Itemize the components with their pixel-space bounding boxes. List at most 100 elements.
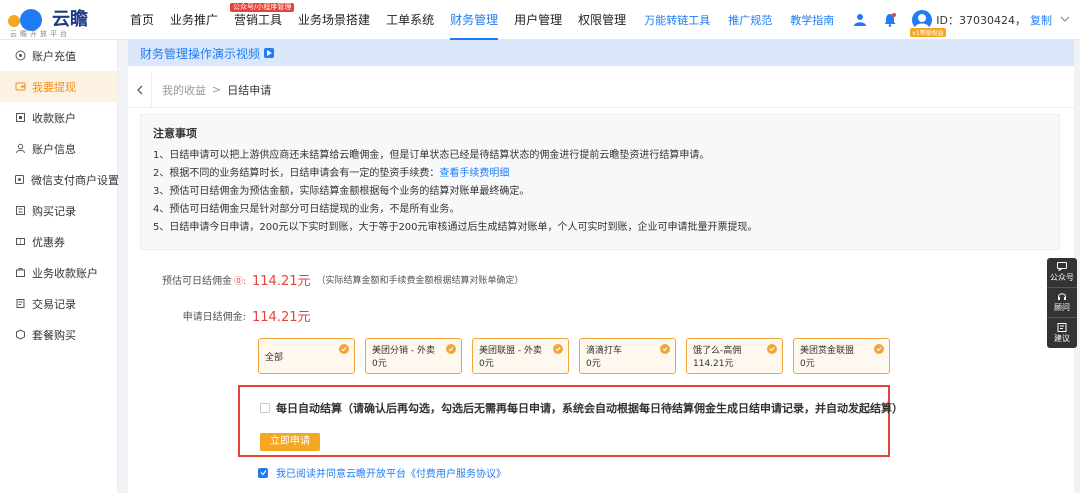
chevron-down-icon[interactable] xyxy=(1060,13,1072,27)
floating-help-panel: 公众号 顾问 建议 xyxy=(1047,258,1077,348)
sidebar-item-package[interactable]: 套餐购买 xyxy=(0,319,117,350)
sidebar-item-coupons[interactable]: 优惠券 xyxy=(0,226,117,257)
sidebar-item-label: 账户充值 xyxy=(32,49,76,63)
sidebar-item-label: 购买记录 xyxy=(32,204,76,218)
sidebar-item-receiving-account[interactable]: 收款账户 xyxy=(0,102,117,133)
business-card-meituan-distribution[interactable]: 美团分销 - 外卖 0元 xyxy=(365,338,462,374)
coupon-icon xyxy=(14,236,26,248)
nav-item-promotion[interactable]: 业务推广 xyxy=(162,0,226,40)
wallet-icon xyxy=(14,81,26,93)
top-right-tools: 万能转链工具 推广规范 教学指南 v1等级权益 ID：37030424， 复制 xyxy=(644,0,1080,40)
fee-detail-link[interactable]: 查看手续费明细 xyxy=(439,168,509,179)
card-value: 0元 xyxy=(586,359,601,369)
sidebar-item-withdraw[interactable]: 我要提现 xyxy=(0,71,117,102)
float-item-advisor[interactable]: 顾问 xyxy=(1047,288,1077,318)
demo-video-label: 财务管理操作演示视频 xyxy=(140,46,261,61)
wechat-official-icon xyxy=(1057,262,1067,271)
record-icon xyxy=(14,205,26,217)
sidebar-item-label: 微信支付商户设置 xyxy=(31,173,119,187)
main-content: 财务管理操作演示视频 我的收益 > 日结申请 注意事项 1、日结申请可以把上游供… xyxy=(128,40,1074,493)
package-icon xyxy=(14,329,26,341)
link-link-converter[interactable]: 万能转链工具 xyxy=(644,12,710,28)
card-name: 美团分销 - 外卖 xyxy=(372,346,435,356)
nav-item-home[interactable]: 首页 xyxy=(122,0,162,40)
help-icon[interactable]: ⓪: xyxy=(234,277,246,287)
notice-line-4: 4、预估可日结佣金只是针对部分可日结提现的业务，不是所有业务。 xyxy=(153,204,460,215)
user-icon xyxy=(14,143,26,155)
logo-subtitle: 云瞻开放平台 xyxy=(10,29,70,38)
apply-amount-row: 申请日结佣金: 114.21元 xyxy=(128,306,311,325)
card-value: 0元 xyxy=(479,359,494,369)
card-value: 0元 xyxy=(800,359,815,369)
check-icon xyxy=(874,344,884,354)
nav-item-users[interactable]: 用户管理 xyxy=(506,0,570,40)
breadcrumb-current: 日结申请 xyxy=(227,83,272,97)
sidebar-item-purchase-records[interactable]: 购买记录 xyxy=(0,195,117,226)
sidebar-item-transactions[interactable]: 交易记录 xyxy=(0,288,117,319)
business-card-didi[interactable]: 滴滴打车 0元 xyxy=(579,338,676,374)
link-promotion-rules[interactable]: 推广规范 xyxy=(728,12,772,28)
float-item-label: 建议 xyxy=(1054,333,1070,343)
nav-item-finance[interactable]: 财务管理 xyxy=(442,0,506,40)
check-icon xyxy=(660,344,670,354)
auto-settle-section: 每日自动结算（请确认后再勾选，勾选后无需再每日申请，系统会自动根据每日待结算佣金… xyxy=(238,385,903,457)
notice-line-3: 3、预估可日结佣金为预估金额，实际结算金额根据每个业务的结算对账单最终确定。 xyxy=(153,186,530,197)
check-icon xyxy=(767,344,777,354)
float-item-feedback[interactable]: 建议 xyxy=(1047,318,1077,348)
link-tutorial[interactable]: 教学指南 xyxy=(790,12,834,28)
breadcrumb: 我的收益 > 日结申请 xyxy=(128,71,1074,108)
copy-id-link[interactable]: 复制 xyxy=(1030,12,1052,28)
business-card-all[interactable]: 全部 xyxy=(258,338,355,374)
agreement-text[interactable]: 我已阅读并同意云瞻开放平台《付费用户服务协议》 xyxy=(276,465,506,480)
breadcrumb-parent[interactable]: 我的收益 xyxy=(162,82,206,98)
sidebar-item-label: 业务收款账户 xyxy=(32,266,98,280)
agreement-checkbox[interactable] xyxy=(258,467,268,478)
sidebar-item-recharge[interactable]: 账户充值 xyxy=(0,40,117,71)
nav-item-scenario[interactable]: 业务场景搭建 xyxy=(290,0,378,40)
headset-icon xyxy=(1057,292,1067,301)
card-value: 0元 xyxy=(372,359,387,369)
account-icon xyxy=(14,112,26,124)
user-id: ID：37030424， xyxy=(936,14,1026,27)
business-card-meituan-union[interactable]: 美团联盟 - 外卖 0元 xyxy=(472,338,569,374)
sidebar-item-label: 优惠券 xyxy=(32,235,65,249)
float-item-official-account[interactable]: 公众号 xyxy=(1047,258,1077,288)
sidebar-item-business-account[interactable]: 业务收款账户 xyxy=(0,257,117,288)
business-account-icon xyxy=(14,267,26,279)
sidebar-item-account-info[interactable]: 账户信息 xyxy=(0,133,117,164)
nav-item-tickets[interactable]: 工单系统 xyxy=(378,0,442,40)
agreement-row: 我已阅读并同意云瞻开放平台《付费用户服务协议》 xyxy=(258,465,506,480)
sidebar-item-wechat-pay[interactable]: 微信支付商户设置 xyxy=(0,164,119,195)
coin-icon xyxy=(14,50,26,62)
business-cards: 全部 美团分销 - 外卖 0元 美团联盟 - 外卖 0元 滴滴打车 0元 饿了么… xyxy=(258,338,900,374)
card-name: 滴滴打车 xyxy=(586,346,623,356)
logo[interactable]: 云瞻 云瞻开放平台 xyxy=(0,0,110,40)
check-icon xyxy=(446,344,456,354)
apply-now-button[interactable]: 立即申请 xyxy=(260,433,320,451)
notice-line-text: 2、根据不同的业务结算时长，日结申请会有一定的垫资手续费： xyxy=(153,168,440,179)
check-icon xyxy=(339,344,349,354)
bell-icon[interactable] xyxy=(882,12,898,28)
card-name: 饿了么-高佣 xyxy=(693,346,742,356)
nav-item-marketing-tools[interactable]: 公众号/小程序管理 营销工具 xyxy=(226,0,295,40)
team-icon[interactable] xyxy=(852,12,868,28)
card-name: 美团赏金联盟 xyxy=(800,346,855,356)
business-card-eleme[interactable]: 饿了么-高佣 114.21元 xyxy=(686,338,783,374)
estimate-label: 预估可日结佣金 ⓪: xyxy=(128,272,246,287)
back-button[interactable] xyxy=(128,71,152,108)
auto-settle-checkbox[interactable] xyxy=(260,403,270,413)
float-item-label: 公众号 xyxy=(1050,273,1074,282)
nav-badge: 公众号/小程序管理 xyxy=(230,2,295,12)
demo-video-bar[interactable]: 财务管理操作演示视频 xyxy=(128,40,1074,66)
nav-item-permissions[interactable]: 权限管理 xyxy=(570,0,634,40)
feedback-icon xyxy=(1057,322,1067,332)
settings-icon xyxy=(14,174,25,186)
apply-amount-label: 申请日结佣金: xyxy=(182,312,246,323)
notice-line-2: 2、根据不同的业务结算时长，日结申请会有一定的垫资手续费：查看手续费明细 xyxy=(153,165,1047,183)
logo-mark-icon xyxy=(8,8,48,31)
avatar[interactable]: v1等级权益 xyxy=(910,10,946,37)
business-card-meituan-bounty[interactable]: 美团赏金联盟 0元 xyxy=(793,338,890,374)
sidebar-item-label: 套餐购买 xyxy=(32,328,76,342)
estimate-amount: 114.21元 xyxy=(252,274,311,289)
sidebar-item-label: 账户信息 xyxy=(32,142,76,156)
